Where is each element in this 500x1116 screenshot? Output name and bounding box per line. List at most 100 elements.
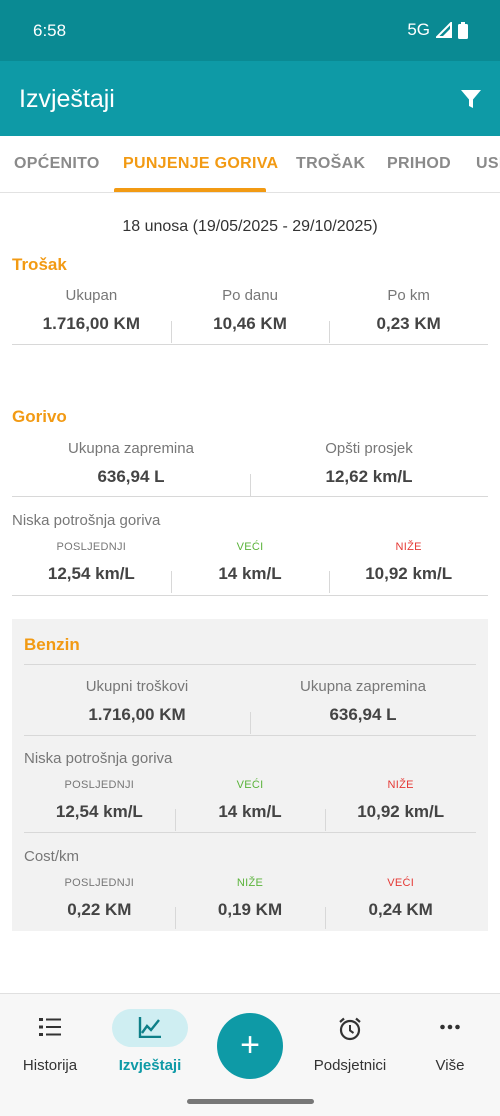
filter-icon[interactable] [460, 88, 482, 110]
network-label: 5G [407, 20, 430, 39]
status-icons: 5G [407, 20, 468, 40]
subhead-potrosnja: Niska potrošnja goriva [24, 750, 173, 767]
divider [170, 571, 172, 593]
tab-trosak[interactable]: TROŠAK [296, 155, 365, 173]
stat-label: Ukupna zapremina [300, 678, 426, 695]
benzin-stats-row: Ukupni troškovi 1.716,00 KM Ukupna zapre… [24, 678, 476, 736]
divider [329, 321, 331, 343]
stat-label: VEĆI [387, 877, 415, 889]
stat-nize: NIŽE 10,92 km/L [325, 779, 476, 833]
divider [24, 832, 476, 833]
divider [174, 907, 176, 929]
stat-value: 14 km/L [218, 564, 282, 583]
benzin-cost-row: POSLJEDNJI 0,22 KM NIŽE 0,19 KM VEĆI 0,2… [24, 877, 476, 931]
stat-value: 12,54 km/L [55, 802, 143, 821]
more-horiz-icon [440, 1024, 460, 1030]
stat-label: Opšti prosjek [325, 440, 413, 457]
stat-value: 10,92 km/L [357, 802, 445, 821]
stat-label: Po km [387, 287, 430, 304]
stat-po-km: Po km 0,23 KM [329, 287, 488, 345]
section-title-gorivo: Gorivo [12, 407, 67, 426]
add-button[interactable]: + [217, 1013, 283, 1079]
bottom-nav: Historija Izvještaji + Podsjetnici Više [0, 993, 500, 1116]
stat-label: POSLJEDNJI [56, 541, 127, 553]
stat-posljednji: POSLJEDNJI 0,22 KM [24, 877, 175, 931]
stat-value: 0,22 KM [67, 900, 132, 919]
stat-label: Ukupan [65, 287, 118, 304]
divider [174, 809, 176, 831]
stat-label: Ukupni troškovi [85, 678, 189, 695]
nav-label: Historija [22, 1057, 78, 1074]
stat-label: Ukupna zapremina [68, 440, 194, 457]
stat-label: NIŽE [387, 779, 414, 791]
stat-value: 1.716,00 KM [42, 314, 140, 333]
divider [12, 595, 488, 596]
stat-posljednji: POSLJEDNJI 12,54 km/L [12, 541, 171, 596]
stat-ukupna-zapremina: Ukupna zapremina 636,94 L [250, 678, 476, 736]
divider [12, 496, 488, 497]
stat-ukupan: Ukupan 1.716,00 KM [12, 287, 171, 345]
stat-opsti-prosjek: Opšti prosjek 12,62 km/L [250, 440, 488, 497]
alarm-clock-icon [339, 1017, 361, 1041]
tab-opcenito[interactable]: OPĆENITO [14, 155, 100, 173]
divider [24, 735, 476, 736]
tab-indicator [114, 188, 266, 192]
stat-label: POSLJEDNJI [64, 877, 135, 889]
chart-icon [138, 1017, 161, 1038]
tab-prihod[interactable]: PRIHOD [387, 155, 451, 173]
stat-nize: NIŽE 10,92 km/L [329, 541, 488, 596]
stat-value: 636,94 L [97, 467, 165, 486]
gesture-bar [187, 1099, 314, 1104]
subhead-cost-km: Cost/km [24, 848, 80, 865]
stat-po-danu: Po danu 10,46 KM [170, 287, 330, 345]
divider [329, 571, 331, 593]
trosak-stats-row: Ukupan 1.716,00 KM Po danu 10,46 KM Po k… [12, 287, 488, 345]
entries-summary: 18 unosa (19/05/2025 - 29/10/2025) [122, 218, 378, 235]
signal-icon [436, 22, 452, 38]
fuel-type-card: Benzin Ukupni troškovi 1.716,00 KM Ukupn… [12, 619, 488, 931]
divider [24, 664, 476, 665]
list-icon [39, 1018, 61, 1036]
divider [170, 321, 172, 343]
section-title-trosak: Trošak [12, 255, 67, 274]
nav-label: Izvještaji [118, 1057, 182, 1074]
stat-label: NIŽE [236, 877, 264, 889]
stat-value: 14 km/L [218, 802, 282, 821]
stat-label: Po danu [222, 287, 278, 304]
stat-nize: NIŽE 0,19 KM [174, 877, 326, 931]
divider [12, 344, 488, 345]
nav-label: Više [435, 1057, 465, 1074]
tab-usluge[interactable]: USL [476, 155, 500, 173]
divider [250, 712, 251, 734]
gorivo-consumption-row: POSLJEDNJI 12,54 km/L VEĆI 14 km/L NIŽE … [12, 541, 488, 596]
stat-ukupni-troskovi: Ukupni troškovi 1.716,00 KM [24, 678, 250, 736]
stat-ukupna-zapremina: Ukupna zapremina 636,94 L [12, 440, 250, 497]
stat-value: 1.716,00 KM [88, 705, 186, 724]
status-bar: 6:58 5G [0, 0, 500, 61]
stat-value: 10,46 KM [213, 314, 287, 333]
nav-label: Podsjetnici [313, 1057, 387, 1074]
divider [250, 474, 251, 496]
gorivo-stats-row: Ukupna zapremina 636,94 L Opšti prosjek … [12, 440, 488, 497]
stat-veci: VEĆI 0,24 KM [325, 877, 476, 931]
divider [325, 907, 327, 929]
stat-value: 12,62 km/L [325, 467, 413, 486]
subhead-potrosnja: Niska potrošnja goriva [12, 512, 161, 529]
divider [325, 809, 327, 831]
stat-value: 0,19 KM [217, 900, 283, 919]
section-title-benzin: Benzin [24, 635, 80, 654]
stat-value: 0,23 KM [376, 314, 441, 333]
stat-value: 12,54 km/L [47, 564, 135, 583]
stat-label: POSLJEDNJI [64, 779, 135, 791]
tab-bar: OPĆENITO PUNJENJE GORIVA TROŠAK PRIHOD U… [0, 136, 500, 193]
stat-value: 10,92 km/L [365, 564, 453, 583]
stat-value: 0,24 KM [368, 900, 433, 919]
stat-veci: VEĆI 14 km/L [170, 541, 330, 596]
stat-label: VEĆI [236, 541, 264, 553]
app-bar: Izvještaji [0, 61, 500, 136]
battery-icon [458, 21, 468, 39]
stat-value: 636,94 L [329, 705, 397, 724]
tab-punjenje-goriva[interactable]: PUNJENJE GORIVA [123, 155, 278, 173]
stat-label: NIŽE [395, 541, 422, 553]
stat-posljednji: POSLJEDNJI 12,54 km/L [24, 779, 175, 833]
